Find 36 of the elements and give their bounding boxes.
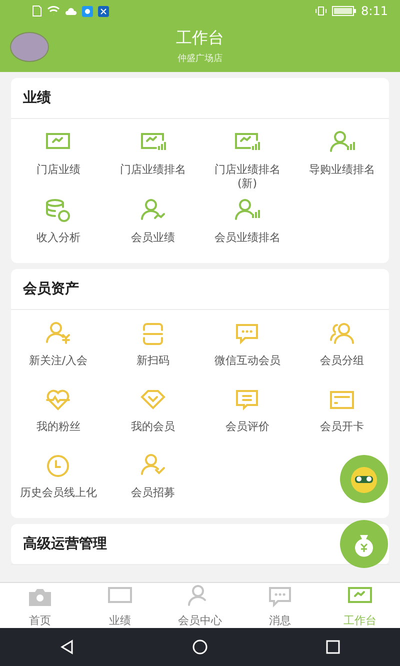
menu-item[interactable]: 我的会员 (130, 420, 175, 434)
section-title: 业绩 (11, 78, 389, 119)
nav-tab[interactable]: 业绩 (80, 583, 160, 628)
menu-item[interactable]: 会员业绩 (130, 230, 175, 244)
menu-item[interactable]: 新关注/入会 (28, 354, 88, 368)
menu-item[interactable]: 会员招募 (130, 486, 175, 500)
home-icon[interactable] (192, 639, 208, 655)
nav-tab[interactable]: 首页 (0, 583, 80, 628)
back-icon[interactable] (58, 639, 75, 655)
page-title: 工作台 (176, 28, 224, 49)
menu-item[interactable]: 收入分析 (36, 230, 80, 244)
coins-icon (44, 196, 72, 224)
menu-item[interactable]: 会员分组 (320, 354, 364, 368)
menu-item[interactable]: 会员开卡 (320, 420, 364, 434)
recent-apps-icon[interactable] (325, 639, 342, 655)
menu-item[interactable]: 导购业绩排名 (308, 163, 375, 177)
vibrate-icon (315, 6, 328, 16)
menu-item[interactable]: 门店业绩 (36, 163, 80, 177)
menu-item[interactable]: 会员评价 (225, 420, 270, 434)
store-name: 仲盛广场店 (178, 52, 222, 65)
menu-item[interactable]: 我的粉丝 (36, 420, 80, 434)
nav-tab[interactable]: 消息 (240, 583, 320, 628)
clock-time: 8:11 (361, 4, 388, 18)
menu-item[interactable]: 历史会员线上化 (20, 486, 97, 500)
menu-item[interactable]: 门店业绩排名 (120, 163, 186, 177)
nav-tab[interactable]: 会员中心 (160, 583, 240, 628)
menu-item[interactable]: 微信互动会员 (214, 354, 280, 368)
menu-item[interactable]: 门店业绩排名(新) (207, 163, 288, 190)
menu-item[interactable]: 新扫码 (136, 354, 170, 368)
app-icon (98, 6, 109, 16)
app-icon (82, 6, 93, 16)
sim-icon (32, 5, 42, 17)
section-title: 会员资产 (11, 268, 389, 310)
cloud-icon (65, 7, 77, 15)
menu-item[interactable]: 会员业绩排名 (214, 230, 280, 244)
battery-icon (332, 6, 356, 16)
